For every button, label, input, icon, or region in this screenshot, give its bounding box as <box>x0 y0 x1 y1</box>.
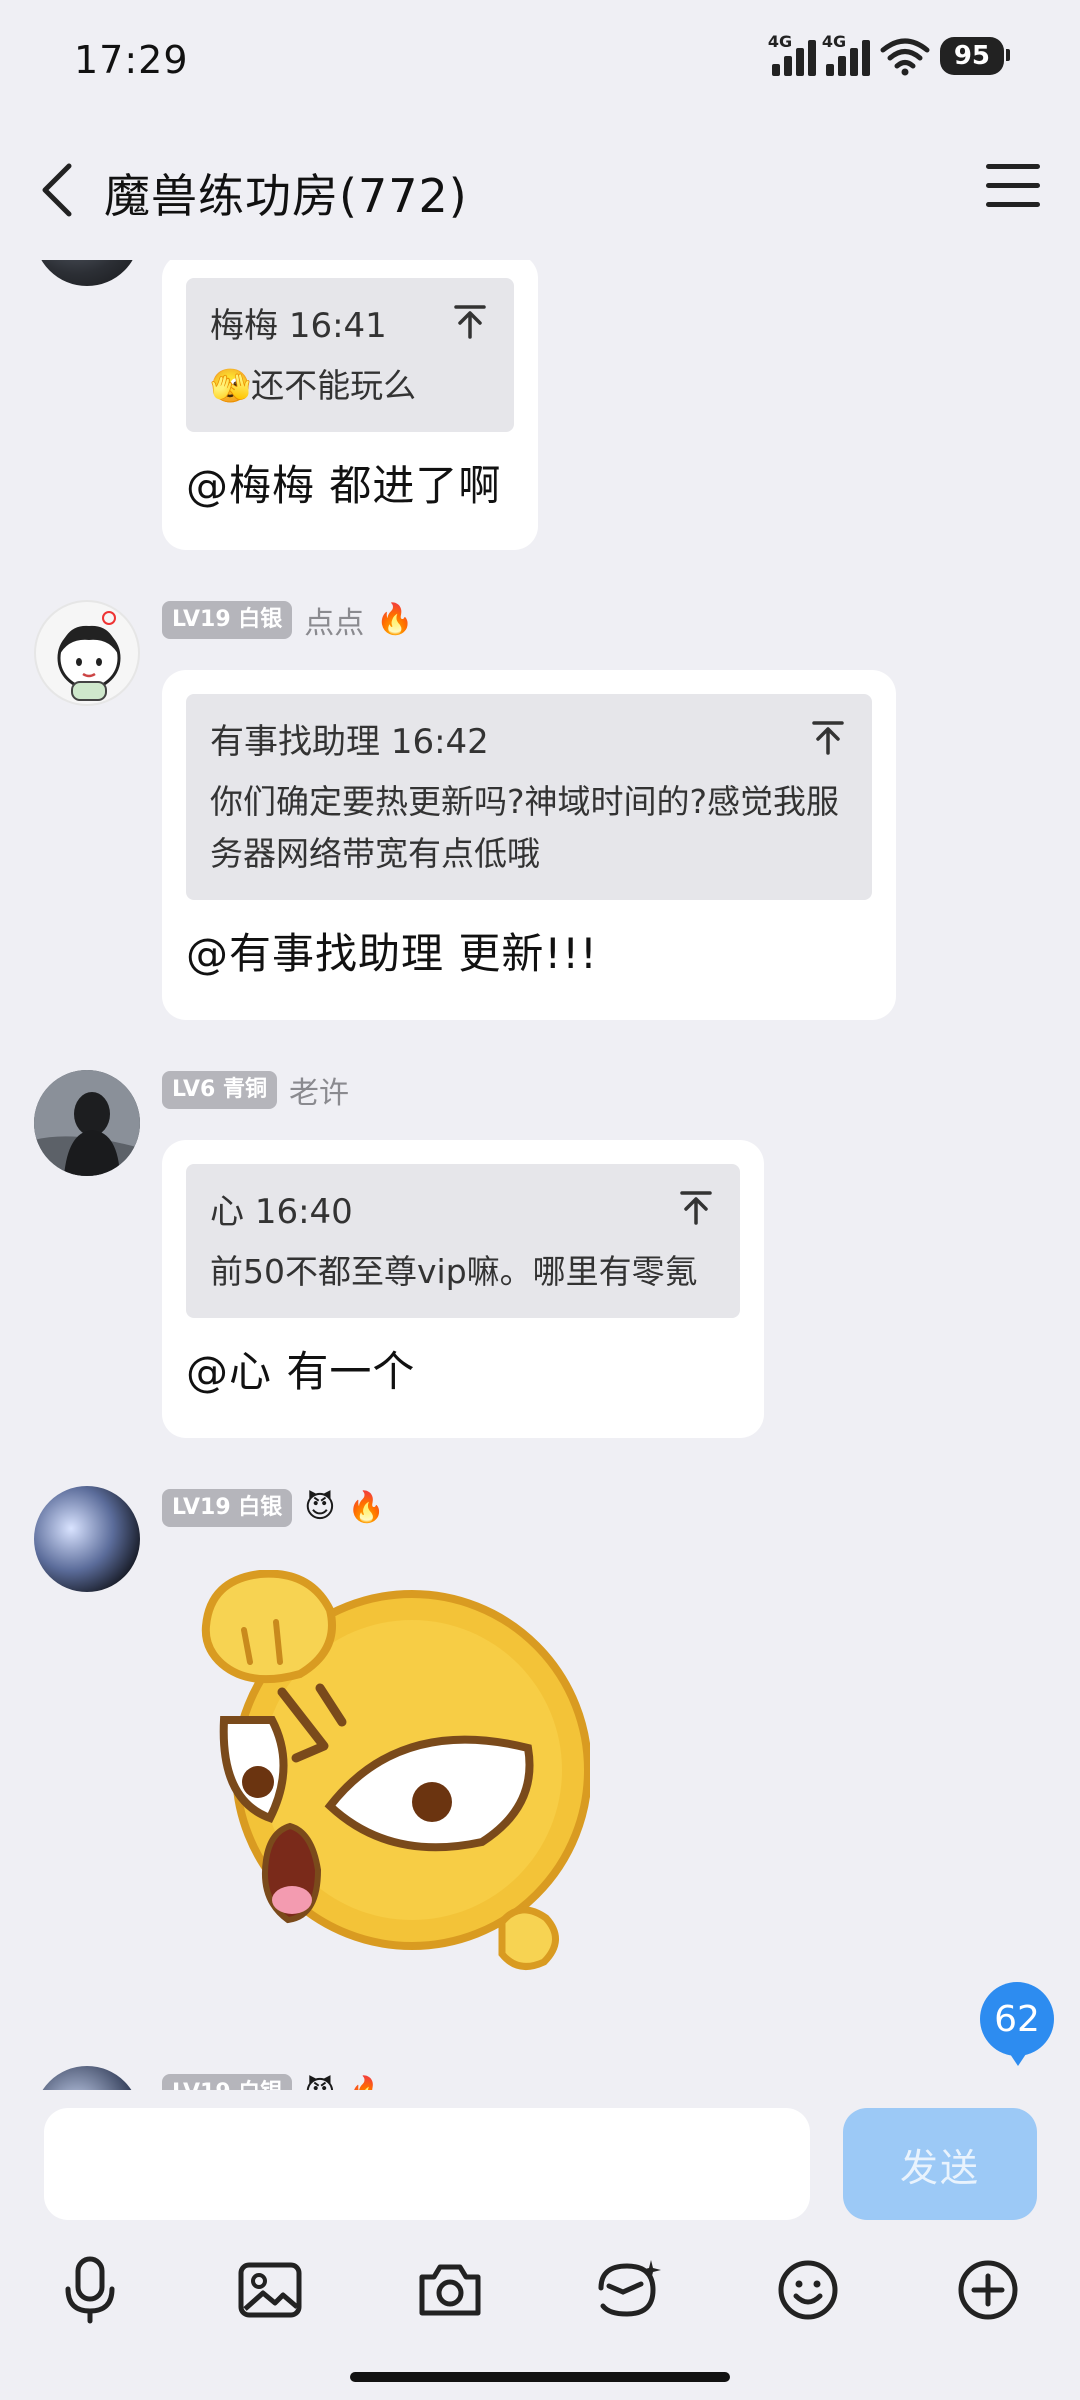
camera-icon[interactable] <box>410 2250 490 2330</box>
devil-icon: 😈 <box>304 2076 335 2091</box>
microphone-icon[interactable] <box>50 2250 130 2330</box>
quote-text: 你们确定要热更新吗?神域时间的?感觉我服务器网络带宽有点低哦 <box>210 782 840 873</box>
level-badge: LV19 白银 <box>162 2074 293 2090</box>
fire-icon: 🔥 <box>348 2076 385 2091</box>
quote-author: 梅梅 <box>210 305 278 346</box>
sender-meta: LV19 白银 😈 🔥 <box>162 1488 385 1528</box>
quote-text: 🫣还不能玩么 <box>210 360 490 412</box>
quoted-message[interactable]: 有事找助理 16:42 你们确定要热更新吗?神域时间的?感觉我服务器网络带宽有点… <box>186 694 872 900</box>
quote-time: 16:41 <box>288 305 387 346</box>
back-button[interactable] <box>30 158 82 222</box>
quote-text-content: 还不能玩么 <box>251 366 417 405</box>
quoted-message[interactable]: 梅梅 16:41 🫣还不能玩么 <box>186 278 514 432</box>
avatar-photo <box>34 1070 140 1176</box>
emoji-icon[interactable] <box>768 2250 848 2330</box>
battery-indicator: 95 <box>939 37 1011 75</box>
wifi-icon <box>880 38 930 76</box>
send-button[interactable]: 发送 <box>843 2108 1037 2220</box>
quote-text: 前50不都至尊vip嘛。哪里有零氪 <box>210 1252 698 1291</box>
quote-author-time: 梅梅 16:41 <box>210 298 387 347</box>
chat-title: 魔兽练功房(772) <box>104 169 468 223</box>
network-type-label: 4G <box>821 32 847 51</box>
sender-meta: LV6 青铜 老许 <box>162 1068 349 1112</box>
level-badge: LV19 白银 <box>162 1489 293 1527</box>
avatar[interactable] <box>34 1486 140 1592</box>
message-bubble[interactable]: 梅梅 16:41 🫣还不能玩么 @梅梅 都进了啊 <box>162 254 538 550</box>
status-time: 17:29 <box>74 38 189 82</box>
angry-emoji-sticker[interactable] <box>200 1570 590 2010</box>
status-icons: 4G 4G 95 <box>768 32 1011 76</box>
menu-icon <box>986 164 1040 169</box>
chat-screen: 17:29 4G 4G 95 魔兽练功房(772) 梅梅 16:41 🫣还不能玩… <box>0 0 1080 2400</box>
chat-header: 魔兽练功房(772) <box>0 120 1080 260</box>
level-badge: LV19 白银 <box>162 601 293 639</box>
message-bubble[interactable]: 心 16:40 前50不都至尊vip嘛。哪里有零氪 @心 有一个 <box>162 1140 764 1438</box>
message-bubble[interactable]: 有事找助理 16:42 你们确定要热更新吗?神域时间的?感觉我服务器网络带宽有点… <box>162 670 896 1020</box>
image-icon[interactable] <box>230 2250 310 2330</box>
network-type-label: 4G <box>767 32 793 51</box>
devil-icon: 😈 <box>304 1490 336 1525</box>
input-area: 发送 <box>0 2090 1080 2400</box>
reply-text: @心 有一个 <box>186 1347 416 1396</box>
avatar[interactable] <box>34 600 140 706</box>
quote-time: 16:42 <box>390 721 489 762</box>
unread-count-badge[interactable]: 62 <box>980 1982 1054 2066</box>
chevron-left-icon <box>42 163 72 217</box>
sender-meta: LV19 白银 点点 🔥 <box>162 598 414 642</box>
signal-icon: 4G <box>822 32 870 76</box>
quote-author: 有事找助理 <box>210 721 380 762</box>
fire-icon: 🔥 <box>347 1490 385 1525</box>
quoted-message[interactable]: 心 16:40 前50不都至尊vip嘛。哪里有零氪 <box>186 1164 740 1318</box>
home-indicator[interactable] <box>350 2372 730 2382</box>
reply-text: @梅梅 都进了啊 <box>186 461 502 510</box>
partial-message-row: LV19 白银 😈 🔥 <box>0 2060 1080 2090</box>
avatar[interactable] <box>34 1070 140 1176</box>
quote-author-time: 心 16:40 <box>210 1184 353 1233</box>
plus-icon[interactable] <box>948 2250 1028 2330</box>
jump-to-original-icon[interactable] <box>676 1188 716 1228</box>
input-toolbar <box>0 2250 1080 2350</box>
reply-text: @有事找助理 更新!!! <box>186 929 598 978</box>
signal-icon: 4G <box>768 32 816 76</box>
quote-time: 16:40 <box>254 1191 353 1232</box>
quote-author-time: 有事找助理 16:42 <box>210 714 489 763</box>
level-badge: LV6 青铜 <box>162 1071 277 1109</box>
status-bar: 17:29 4G 4G 95 <box>0 0 1080 120</box>
sender-name[interactable]: 点点 <box>304 598 364 642</box>
jump-to-original-icon[interactable] <box>450 302 490 342</box>
message-input[interactable] <box>44 2108 810 2220</box>
sender-name[interactable]: 老许 <box>289 1068 349 1112</box>
jump-to-original-icon[interactable] <box>808 718 848 758</box>
quote-author: 心 <box>210 1191 244 1232</box>
fire-icon: 🔥 <box>376 602 414 637</box>
red-packet-icon[interactable] <box>588 2250 668 2330</box>
menu-button[interactable] <box>986 164 1040 214</box>
quote-emoji: 🫣 <box>210 366 252 405</box>
avatar-illustration <box>57 611 121 701</box>
